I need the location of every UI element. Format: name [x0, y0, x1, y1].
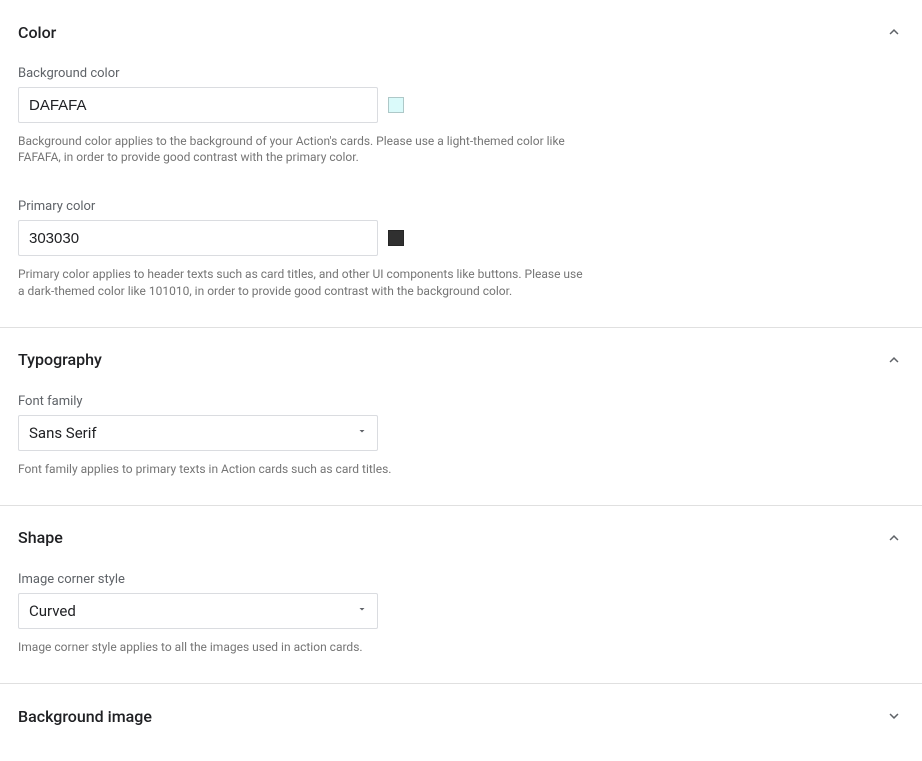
section-shape-title: Shape	[18, 528, 63, 547]
section-typography-header[interactable]: Typography	[18, 328, 904, 380]
chevron-up-icon	[884, 528, 904, 548]
section-color: Color Background color Background color …	[0, 0, 922, 328]
section-color-header[interactable]: Color	[18, 0, 904, 52]
input-primary-color[interactable]	[18, 220, 378, 256]
swatch-background-color[interactable]	[388, 97, 404, 113]
section-background-image: Background image	[0, 684, 922, 748]
help-font-family: Font family applies to primary texts in …	[18, 461, 590, 477]
section-shape-header[interactable]: Shape	[18, 506, 904, 558]
select-image-corner-style-value: Curved	[29, 602, 76, 620]
chevron-up-icon	[884, 22, 904, 42]
label-image-corner-style: Image corner style	[18, 572, 904, 587]
help-background-color: Background color applies to the backgrou…	[18, 133, 590, 165]
field-image-corner-style: Image corner style Curved Image corner s…	[18, 572, 904, 655]
select-image-corner-style[interactable]: Curved	[18, 593, 378, 629]
section-typography: Typography Font family Sans Serif Font f…	[0, 328, 922, 506]
field-background-color: Background color Background color applie…	[18, 66, 904, 165]
section-shape: Shape Image corner style Curved Image co…	[0, 506, 922, 684]
section-background-image-header[interactable]: Background image	[18, 684, 904, 736]
label-primary-color: Primary color	[18, 199, 904, 214]
select-font-family[interactable]: Sans Serif	[18, 415, 378, 451]
label-background-color: Background color	[18, 66, 904, 81]
input-background-color[interactable]	[18, 87, 378, 123]
help-image-corner-style: Image corner style applies to all the im…	[18, 639, 590, 655]
section-color-title: Color	[18, 23, 56, 42]
help-primary-color: Primary color applies to header texts su…	[18, 266, 590, 298]
swatch-primary-color[interactable]	[388, 230, 404, 246]
field-font-family: Font family Sans Serif Font family appli…	[18, 394, 904, 477]
field-primary-color: Primary color Primary color applies to h…	[18, 199, 904, 298]
chevron-down-icon	[884, 706, 904, 726]
section-background-image-title: Background image	[18, 707, 152, 726]
chevron-up-icon	[884, 350, 904, 370]
select-font-family-value: Sans Serif	[29, 424, 97, 442]
label-font-family: Font family	[18, 394, 904, 409]
section-typography-title: Typography	[18, 350, 102, 369]
